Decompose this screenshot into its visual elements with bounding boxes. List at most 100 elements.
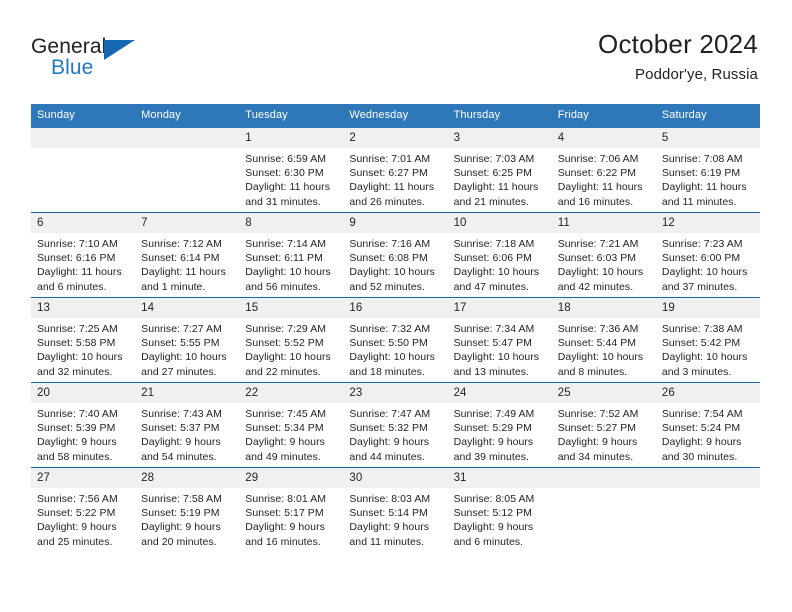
sunset-time: Sunset: 5:58 PM [37,337,116,350]
calendar-body: 1 Sunrise: 6:59 AM Sunset: 6:30 PM Daylight… [31,128,760,552]
daylight-duration-line1: Daylight: 11 hours [453,181,539,194]
sunrise-time: Sunrise: 7:49 AM [453,408,535,420]
page-subtitle: Poddor'ye, Russia [635,66,758,83]
brand-name-blue: Blue [51,56,94,79]
weekday-header-sunday: Sunday [31,104,136,128]
calendar-day-cell[interactable]: 11 Sunrise: 7:21 AM Sunset: 6:03 PM Dayligh… [551,212,656,298]
calendar-day-cell[interactable]: 14 Sunrise: 7:27 AM Sunset: 5:55 PM Dayligh… [135,297,240,383]
sunset-time: Sunset: 5:12 PM [453,507,532,520]
calendar-day-cell[interactable]: 16 Sunrise: 7:32 AM Sunset: 5:50 PM Dayligh… [343,297,448,383]
daylight-duration-line1: Daylight: 11 hours [557,181,643,194]
sunrise-time: Sunrise: 7:25 AM [37,323,118,335]
daylight-duration-line1: Daylight: 11 hours [37,266,122,279]
calendar-day-cell[interactable]: 4 Sunrise: 7:06 AM Sunset: 6:22 PM Daylight… [551,128,656,213]
day-number: 1 [239,128,344,148]
sunset-time: Sunset: 5:24 PM [661,422,741,435]
daylight-duration-line1: Daylight: 9 hours [245,521,325,534]
daylight-duration-line2: and 16 minutes. [245,535,321,548]
day-sun-info: Sunrise: 8:03 AM Sunset: 5:14 PM Daylight:… [343,488,447,549]
daylight-duration-line1: Daylight: 10 hours [37,351,123,364]
day-sun-info: Sunrise: 7:52 AM Sunset: 5:27 PM Daylight:… [552,403,656,464]
sunrise-time: Sunrise: 7:52 AM [557,408,639,420]
sunset-time: Sunset: 5:52 PM [245,337,324,350]
day-sun-info: Sunrise: 7:47 AM Sunset: 5:32 PM Daylight:… [343,403,447,464]
sunrise-time: Sunrise: 7:45 AM [245,408,327,420]
day-number [551,468,656,488]
sunset-time: Sunset: 6:22 PM [557,167,637,180]
sunset-time: Sunset: 6:08 PM [349,252,428,265]
calendar-day-cell[interactable]: 30 Sunrise: 8:03 AM Sunset: 5:14 PM Dayligh… [343,467,448,552]
sunrise-time: Sunrise: 7:12 AM [141,238,222,250]
calendar-day-cell[interactable]: 8 Sunrise: 7:14 AM Sunset: 6:11 PM Daylight… [239,212,344,298]
sunset-time: Sunset: 6:25 PM [453,167,532,180]
calendar-day-cell[interactable]: 6 Sunrise: 7:10 AM Sunset: 6:16 PM Daylight… [31,212,136,298]
day-number: 13 [31,298,136,318]
calendar-day-cell[interactable]: 22 Sunrise: 7:45 AM Sunset: 5:34 PM Dayligh… [239,382,344,468]
calendar-day-cell[interactable]: 3 Sunrise: 7:03 AM Sunset: 6:25 PM Daylight… [447,128,552,213]
day-sun-info: Sunrise: 7:25 AM Sunset: 5:58 PM Daylight:… [31,318,135,379]
calendar-day-cell[interactable]: 24 Sunrise: 7:49 AM Sunset: 5:29 PM Dayligh… [447,382,552,468]
day-sun-info: Sunrise: 7:54 AM Sunset: 5:24 PM Daylight:… [656,403,760,464]
sunrise-time: Sunrise: 8:05 AM [453,493,535,505]
day-sun-info: Sunrise: 8:05 AM Sunset: 5:12 PM Daylight:… [448,488,552,549]
sunrise-time: Sunrise: 7:10 AM [37,238,118,250]
calendar-day-cell[interactable]: 27 Sunrise: 7:56 AM Sunset: 5:22 PM Dayligh… [31,467,136,552]
day-sun-info: Sunrise: 7:34 AM Sunset: 5:47 PM Daylight:… [448,318,552,379]
sunset-time: Sunset: 5:47 PM [453,337,532,350]
day-sun-info: Sunrise: 7:12 AM Sunset: 6:14 PM Daylight:… [135,233,239,294]
title-block: October 2024 Poddor'ye, Russia [598,28,758,86]
calendar-day-cell[interactable]: 25 Sunrise: 7:52 AM Sunset: 5:27 PM Dayligh… [551,382,656,468]
daylight-duration-line2: and 16 minutes. [557,195,634,208]
calendar-day-cell[interactable]: 15 Sunrise: 7:29 AM Sunset: 5:52 PM Dayligh… [239,297,344,383]
calendar-week-row: 20 Sunrise: 7:40 AM Sunset: 5:39 PM Dayligh… [31,382,760,468]
sunrise-time: Sunrise: 7:34 AM [453,323,535,335]
sunset-time: Sunset: 5:44 PM [557,337,637,350]
calendar-day-cell[interactable]: 26 Sunrise: 7:54 AM Sunset: 5:24 PM Dayligh… [655,382,760,468]
calendar-day-cell[interactable]: 21 Sunrise: 7:43 AM Sunset: 5:37 PM Dayligh… [135,382,240,468]
sunrise-time: Sunrise: 7:01 AM [349,153,431,165]
calendar-day-cell[interactable]: 19 Sunrise: 7:38 AM Sunset: 5:42 PM Dayligh… [655,297,760,383]
daylight-duration-line2: and 39 minutes. [453,450,530,463]
calendar-day-cell[interactable]: 29 Sunrise: 8:01 AM Sunset: 5:17 PM Dayligh… [239,467,344,552]
daylight-duration-line1: Daylight: 9 hours [349,436,430,449]
day-number: 4 [551,128,656,148]
calendar-day-cell[interactable]: 17 Sunrise: 7:34 AM Sunset: 5:47 PM Dayligh… [447,297,552,383]
daylight-duration-line1: Daylight: 10 hours [661,351,748,364]
calendar-day-cell[interactable]: 12 Sunrise: 7:23 AM Sunset: 6:00 PM Dayligh… [655,212,760,298]
calendar-day-cell[interactable]: 2 Sunrise: 7:01 AM Sunset: 6:27 PM Daylight… [343,128,448,213]
day-number: 2 [343,128,448,148]
sunrise-time: Sunrise: 7:27 AM [141,323,222,335]
daylight-duration-line1: Daylight: 10 hours [661,266,748,279]
daylight-duration-line1: Daylight: 10 hours [349,266,435,279]
day-number: 16 [343,298,448,318]
daylight-duration-line1: Daylight: 10 hours [557,266,644,279]
calendar-day-cell[interactable]: 10 Sunrise: 7:18 AM Sunset: 6:06 PM Dayligh… [447,212,552,298]
calendar-day-cell[interactable]: 23 Sunrise: 7:47 AM Sunset: 5:32 PM Dayligh… [343,382,448,468]
sunset-time: Sunset: 5:42 PM [661,337,741,350]
day-sun-info: Sunrise: 7:32 AM Sunset: 5:50 PM Daylight:… [343,318,447,379]
calendar-day-cell[interactable]: 31 Sunrise: 8:05 AM Sunset: 5:12 PM Dayligh… [447,467,552,552]
calendar-day-cell[interactable]: 18 Sunrise: 7:36 AM Sunset: 5:44 PM Dayligh… [551,297,656,383]
sunrise-time: Sunrise: 7:29 AM [245,323,327,335]
calendar-day-cell[interactable]: 13 Sunrise: 7:25 AM Sunset: 5:58 PM Dayligh… [31,297,136,383]
day-sun-info: Sunrise: 7:29 AM Sunset: 5:52 PM Daylight:… [239,318,343,379]
calendar-day-cell[interactable]: 1 Sunrise: 6:59 AM Sunset: 6:30 PM Daylight… [239,128,344,213]
day-number: 29 [239,468,344,488]
day-number: 28 [135,468,240,488]
daylight-duration-line2: and 42 minutes. [557,280,634,293]
daylight-duration-line2: and 52 minutes. [349,280,425,293]
calendar-day-cell[interactable]: 7 Sunrise: 7:12 AM Sunset: 6:14 PM Daylight… [135,212,240,298]
day-sun-info: Sunrise: 7:49 AM Sunset: 5:29 PM Daylight:… [448,403,552,464]
calendar-day-cell[interactable]: 20 Sunrise: 7:40 AM Sunset: 5:39 PM Dayligh… [31,382,136,468]
calendar-day-cell[interactable]: 9 Sunrise: 7:16 AM Sunset: 6:08 PM Daylight… [343,212,448,298]
calendar-day-cell[interactable]: 28 Sunrise: 7:58 AM Sunset: 5:19 PM Dayligh… [135,467,240,552]
day-sun-info: Sunrise: 7:36 AM Sunset: 5:44 PM Daylight:… [552,318,656,379]
daylight-duration-line2: and 22 minutes. [245,365,321,378]
sunset-time: Sunset: 5:50 PM [349,337,428,350]
calendar-header-row: Sunday Monday Tuesday Wednesday Thursday… [31,104,760,128]
day-sun-info: Sunrise: 7:58 AM Sunset: 5:19 PM Daylight:… [135,488,239,549]
day-sun-info: Sunrise: 7:27 AM Sunset: 5:55 PM Daylight:… [135,318,239,379]
brand-logo[interactable]: General Blue [31,35,151,87]
calendar-day-cell[interactable]: 5 Sunrise: 7:08 AM Sunset: 6:19 PM Daylight… [655,128,760,213]
daylight-duration-line2: and 26 minutes. [349,195,425,208]
